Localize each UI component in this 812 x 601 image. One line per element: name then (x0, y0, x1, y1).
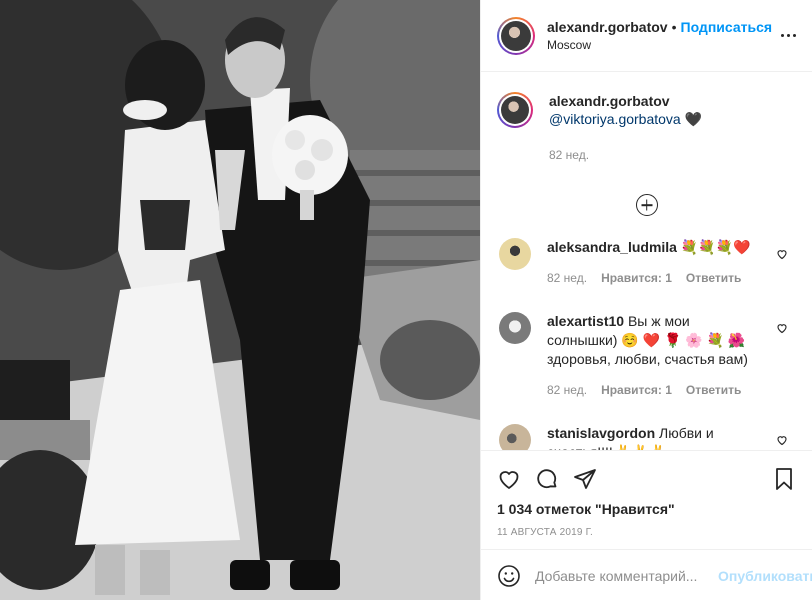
comment-icon[interactable] (535, 467, 559, 491)
comment-time[interactable]: 82 нед. (547, 381, 587, 400)
caption-username[interactable]: alexandr.gorbatov (549, 93, 670, 109)
emoji-icon[interactable] (497, 564, 521, 588)
post-side-panel: alexandr.gorbatov • Подписаться Moscow ale… (480, 0, 812, 600)
reply-button[interactable]: Ответить (686, 381, 741, 400)
commenter-avatar[interactable] (499, 312, 531, 344)
author-info: alexandr.gorbatov • Подписаться Moscow (547, 18, 772, 54)
comment-like-icon[interactable] (776, 322, 788, 334)
comment-likes[interactable]: Нравится: 1 (601, 381, 672, 400)
more-icon[interactable] (781, 34, 796, 37)
commenter-avatar[interactable] (499, 238, 531, 270)
comment-username[interactable]: alexartist10 (547, 313, 624, 329)
post-footer: 1 034 отметок "Нравится" 11 АВГУСТА 2019… (481, 450, 812, 587)
post-photo[interactable] (0, 0, 480, 600)
comment-text: 💐💐💐❤️ (680, 239, 751, 255)
comment-username[interactable]: stanislavgordon (547, 425, 655, 441)
publish-button[interactable]: Опубликовать (718, 568, 812, 584)
comment-likes[interactable]: Нравится: 1 (601, 269, 672, 288)
plus-circle-icon[interactable] (635, 194, 658, 216)
follow-button[interactable]: Подписаться (681, 19, 773, 35)
commenter-avatar[interactable] (499, 424, 531, 450)
separator-dot: • (671, 18, 677, 35)
post-location[interactable]: Moscow (547, 36, 772, 54)
likes-count[interactable]: 1 034 отметок "Нравится" (481, 499, 812, 517)
bookmark-icon[interactable] (772, 467, 796, 491)
author-username[interactable]: alexandr.gorbatov (547, 19, 668, 35)
heart-icon[interactable] (497, 467, 521, 491)
post-date[interactable]: 11 АВГУСТА 2019 Г. (481, 517, 812, 538)
reply-button[interactable]: Ответить (686, 269, 741, 288)
action-bar (481, 451, 812, 499)
caption-time[interactable]: 82 нед. (549, 146, 702, 164)
author-avatar[interactable] (497, 16, 535, 55)
post-header: alexandr.gorbatov • Подписаться Moscow (481, 0, 812, 72)
comment-like-icon[interactable] (776, 248, 788, 260)
caption-emoji: 🖤 (684, 111, 703, 127)
post-photo-illustration (0, 0, 480, 600)
comments-list[interactable]: alexandr.gorbatov @viktoriya.gorbatova 🖤… (481, 72, 812, 450)
comment-item: alexartist10 Вы ж мои солнышки) ☺️ ❤️ 🌹 … (497, 312, 796, 400)
comment-like-icon[interactable] (776, 434, 788, 446)
add-comment-bar: Опубликовать (481, 549, 812, 601)
comment-input[interactable] (533, 566, 718, 585)
post-caption: alexandr.gorbatov @viktoriya.gorbatova 🖤… (497, 72, 796, 164)
comment-item: stanislavgordon Любви и счастья!!!!✌️✌️✌… (497, 424, 796, 450)
caption-mention[interactable]: @viktoriya.gorbatova (549, 111, 681, 127)
comment-time[interactable]: 82 нед. (547, 269, 587, 288)
comment-username[interactable]: aleksandra_ludmila (547, 239, 677, 255)
caption-avatar[interactable] (497, 92, 533, 128)
share-icon[interactable] (573, 467, 597, 491)
comment-item: aleksandra_ludmila 💐💐💐❤️ 82 нед. Нравитс… (497, 238, 796, 288)
